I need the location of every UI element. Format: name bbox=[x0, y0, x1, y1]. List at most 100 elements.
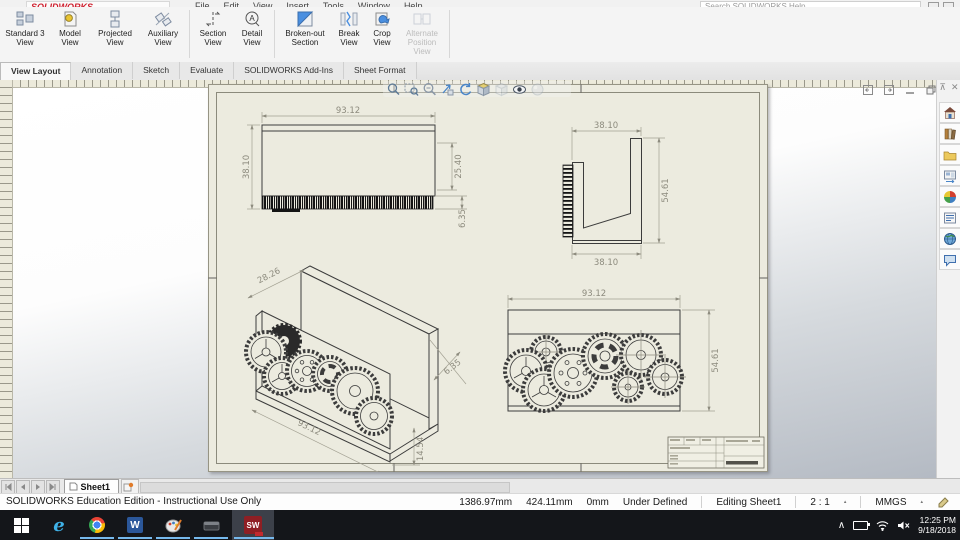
zoom-area-icon[interactable] bbox=[404, 82, 419, 97]
next-sheet-button[interactable] bbox=[31, 480, 45, 494]
internet-explorer-icon: e bbox=[53, 514, 65, 536]
dimension-label[interactable]: 25.40 bbox=[454, 154, 464, 178]
dimension-label[interactable]: 14.54 bbox=[416, 437, 426, 461]
button-label: Auxiliary View bbox=[147, 29, 179, 47]
dimension-label[interactable]: 6.35 bbox=[458, 209, 468, 228]
section-view-button[interactable]: Section View bbox=[193, 9, 233, 60]
dimension-label[interactable]: 93.12 bbox=[582, 289, 606, 299]
drawing-sheet[interactable]: .ol{fill:#ecebdf;stroke:#3c3c3c;stroke-w… bbox=[208, 84, 768, 475]
task-pane-tab-solidworks-resources[interactable] bbox=[939, 228, 960, 249]
pointer-y-coordinate: 424.11mm bbox=[526, 496, 573, 508]
standard-3-view-button[interactable]: Standard 3 View bbox=[0, 9, 50, 60]
system-tray: ∧ 12:25 PM 9/18/2018 bbox=[838, 510, 956, 540]
clock[interactable]: 12:25 PM 9/18/2018 bbox=[918, 515, 956, 535]
task-pane-tab-view-palette[interactable] bbox=[939, 165, 960, 186]
units-dropdown-icon[interactable]: ▴ bbox=[920, 499, 923, 505]
wifi-icon[interactable] bbox=[876, 520, 889, 531]
view-orientation-icon[interactable] bbox=[476, 82, 491, 97]
button-label: Projected View bbox=[98, 29, 132, 47]
dimension-label[interactable]: 38.10 bbox=[594, 121, 618, 131]
design-library-icon bbox=[944, 128, 956, 140]
crop-view-button[interactable]: Crop View bbox=[366, 9, 398, 60]
projected-view-button[interactable]: Projected View bbox=[90, 9, 140, 60]
add-sheet-button[interactable] bbox=[121, 479, 140, 493]
last-sheet-button[interactable] bbox=[46, 480, 60, 494]
paint-icon bbox=[165, 519, 182, 533]
tab-evaluate[interactable]: Evaluate bbox=[180, 62, 235, 79]
drive-icon bbox=[203, 521, 219, 531]
dimension-label[interactable]: 54.61 bbox=[711, 348, 721, 372]
word-button[interactable]: W bbox=[116, 514, 154, 536]
horizontal-scrollbar-thumb[interactable] bbox=[140, 482, 510, 493]
button-label: Standard 3 View bbox=[5, 29, 45, 47]
word-icon: W bbox=[127, 517, 143, 533]
solidworks-running-indicator bbox=[234, 537, 274, 539]
internet-explorer-button[interactable]: e bbox=[40, 514, 78, 536]
task-pane-tab-design-library[interactable] bbox=[939, 123, 960, 144]
sheet-scale-value[interactable]: 2 : 1 bbox=[810, 497, 829, 508]
task-pane-tab-file-explorer[interactable] bbox=[939, 144, 960, 165]
tab-solidworks-add-ins[interactable]: SOLIDWORKS Add-Ins bbox=[234, 62, 345, 79]
globe-icon bbox=[944, 232, 956, 245]
title-block bbox=[667, 436, 765, 469]
previous-document-icon[interactable] bbox=[862, 84, 874, 96]
tab-sheet-format[interactable]: Sheet Format bbox=[344, 62, 417, 79]
task-pane-tab-appearances[interactable] bbox=[939, 186, 960, 207]
command-manager-toolbar: Standard 3 View Model View Projected Vie… bbox=[0, 7, 960, 63]
previous-sheet-button[interactable] bbox=[16, 480, 30, 494]
pin-task-pane-icon[interactable]: ⊼ bbox=[939, 82, 946, 96]
battery-icon[interactable] bbox=[853, 520, 871, 530]
minimize-document-icon[interactable] bbox=[904, 84, 916, 96]
solidworks-app-icon: SW bbox=[244, 516, 263, 536]
vertical-ruler bbox=[0, 80, 13, 478]
rotate-view-icon[interactable] bbox=[458, 82, 473, 97]
solidworks-button[interactable]: SW bbox=[234, 514, 272, 536]
view-palette-icon bbox=[944, 170, 956, 183]
task-pane-tab-home[interactable] bbox=[939, 102, 960, 123]
tab-sketch[interactable]: Sketch bbox=[133, 62, 181, 79]
quick-tips-icon[interactable] bbox=[937, 496, 950, 508]
button-label: Section View bbox=[199, 29, 227, 47]
file-explorer-button[interactable] bbox=[192, 514, 230, 536]
hide-show-items-icon[interactable] bbox=[512, 82, 527, 97]
broken-out-section-button[interactable]: Broken-out Section bbox=[278, 9, 332, 60]
first-sheet-button[interactable] bbox=[1, 480, 15, 494]
button-label: Crop View bbox=[373, 29, 391, 47]
next-document-icon[interactable] bbox=[883, 84, 895, 96]
sheet-icon bbox=[69, 482, 78, 491]
paint-button[interactable] bbox=[154, 514, 192, 536]
appearance-icon[interactable] bbox=[530, 82, 545, 97]
break-view-button[interactable]: Break View bbox=[332, 9, 366, 60]
unit-system-value[interactable]: MMGS bbox=[875, 497, 906, 508]
model-view-button[interactable]: Model View bbox=[50, 9, 90, 60]
task-pane-tab-custom-properties[interactable] bbox=[939, 207, 960, 228]
toolbar-separator bbox=[449, 10, 450, 58]
tray-date: 9/18/2018 bbox=[918, 525, 956, 535]
chrome-button[interactable] bbox=[78, 514, 116, 536]
tray-overflow-icon[interactable]: ∧ bbox=[838, 520, 845, 531]
command-manager-tabs: View Layout Annotation Sketch Evaluate S… bbox=[0, 62, 960, 81]
toolbar-separator bbox=[189, 10, 190, 58]
auxiliary-view-button[interactable]: Auxiliary View bbox=[140, 9, 186, 60]
start-button[interactable] bbox=[2, 514, 40, 536]
close-task-pane-icon[interactable]: ✕ bbox=[951, 82, 959, 96]
dimension-label[interactable]: 93.12 bbox=[336, 106, 360, 116]
display-style-icon[interactable] bbox=[494, 82, 509, 97]
dimension-label[interactable]: 54.61 bbox=[661, 178, 671, 202]
scale-dropdown-icon[interactable]: ▴ bbox=[844, 499, 847, 505]
zoom-fit-icon[interactable] bbox=[386, 82, 401, 97]
dimension-label[interactable]: 38.10 bbox=[242, 155, 252, 179]
custom-properties-icon bbox=[944, 212, 956, 223]
volume-muted-icon[interactable] bbox=[897, 520, 910, 531]
magnifier-icon[interactable] bbox=[422, 82, 437, 97]
windows-taskbar: e W SW ∧ 12:25 PM 9/18/2018 bbox=[0, 510, 960, 540]
tab-annotation[interactable]: Annotation bbox=[71, 62, 134, 79]
sheet-tab-sheet1[interactable]: Sheet1 bbox=[64, 479, 120, 494]
dimension-label[interactable]: 38.10 bbox=[594, 258, 618, 268]
detail-view-button[interactable]: A Detail View bbox=[233, 9, 271, 60]
solidworks-window: SOLIDWORKS File Edit View Insert Tools W… bbox=[0, 0, 960, 540]
tab-view-layout[interactable]: View Layout bbox=[0, 62, 72, 80]
pan-icon[interactable] bbox=[440, 82, 455, 97]
task-pane-tab-forum[interactable] bbox=[939, 249, 960, 270]
alternate-position-view-button: Alternate Position View bbox=[398, 9, 446, 60]
